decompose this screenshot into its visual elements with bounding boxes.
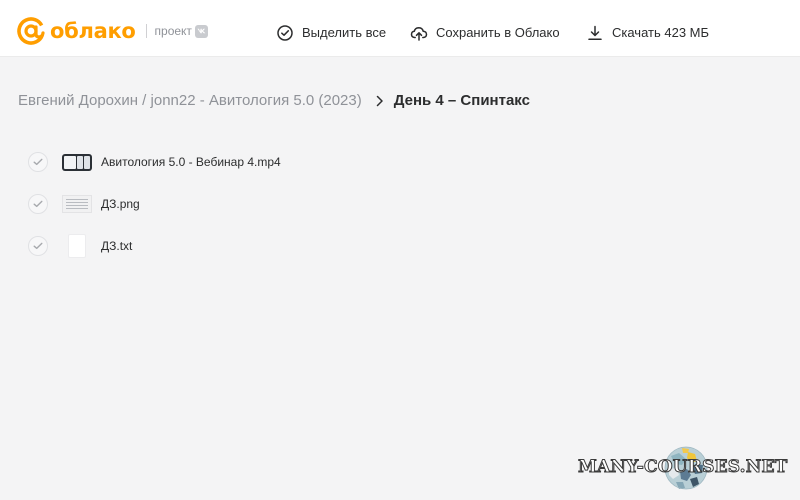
cloud-upload-icon — [410, 26, 428, 41]
watermark: MANY-COURSES.NET — [578, 444, 793, 500]
image-thumbnail — [61, 193, 93, 215]
download-button[interactable]: Скачать 423 МБ — [586, 22, 709, 44]
document-icon — [61, 234, 93, 258]
check-icon — [33, 158, 43, 166]
file-name: ДЗ.txt — [101, 239, 133, 253]
file-row-image[interactable]: ДЗ.png — [28, 186, 428, 222]
select-all-button[interactable]: Выделить все — [276, 22, 386, 44]
vk-icon — [194, 24, 208, 38]
file-checkbox[interactable] — [28, 152, 48, 172]
check-icon — [33, 242, 43, 250]
logo[interactable]: облако проект — [16, 16, 208, 46]
download-icon — [588, 25, 602, 40]
chevron-right-icon — [376, 95, 383, 107]
header: облако проект Выделить все Сохранить в О… — [0, 0, 800, 57]
project-label: проект — [154, 24, 192, 38]
check-icon — [33, 200, 43, 208]
watermark-text: MANY-COURSES.NET — [578, 457, 788, 478]
file-checkbox[interactable] — [28, 194, 48, 214]
file-row-video[interactable]: Авитология 5.0 - Вебинар 4.mp4 — [28, 144, 428, 180]
breadcrumb-parent-link[interactable]: Евгений Дорохин / jonn22 - Авитология 5.… — [18, 91, 362, 111]
cloud-logo-icon — [17, 17, 45, 45]
file-name: Авитология 5.0 - Вебинар 4.mp4 — [101, 155, 281, 169]
logo-text: облако — [50, 19, 136, 43]
video-thumbnail — [61, 151, 93, 173]
save-to-cloud-label: Сохранить в Облако — [436, 25, 560, 40]
download-label: Скачать 423 МБ — [612, 25, 710, 40]
breadcrumb-current-folder: День 4 – Спинтакс — [393, 92, 530, 109]
breadcrumb: Евгений Дорохин / jonn22 - Авитология 5.… — [18, 91, 530, 111]
file-checkbox[interactable] — [28, 236, 48, 256]
check-circle-icon — [277, 25, 293, 41]
file-name: ДЗ.png — [101, 197, 140, 211]
logo-divider — [145, 24, 147, 38]
file-row-text[interactable]: ДЗ.txt — [28, 228, 428, 264]
save-to-cloud-button[interactable]: Сохранить в Облако — [410, 22, 560, 44]
select-all-label: Выделить все — [302, 25, 387, 40]
